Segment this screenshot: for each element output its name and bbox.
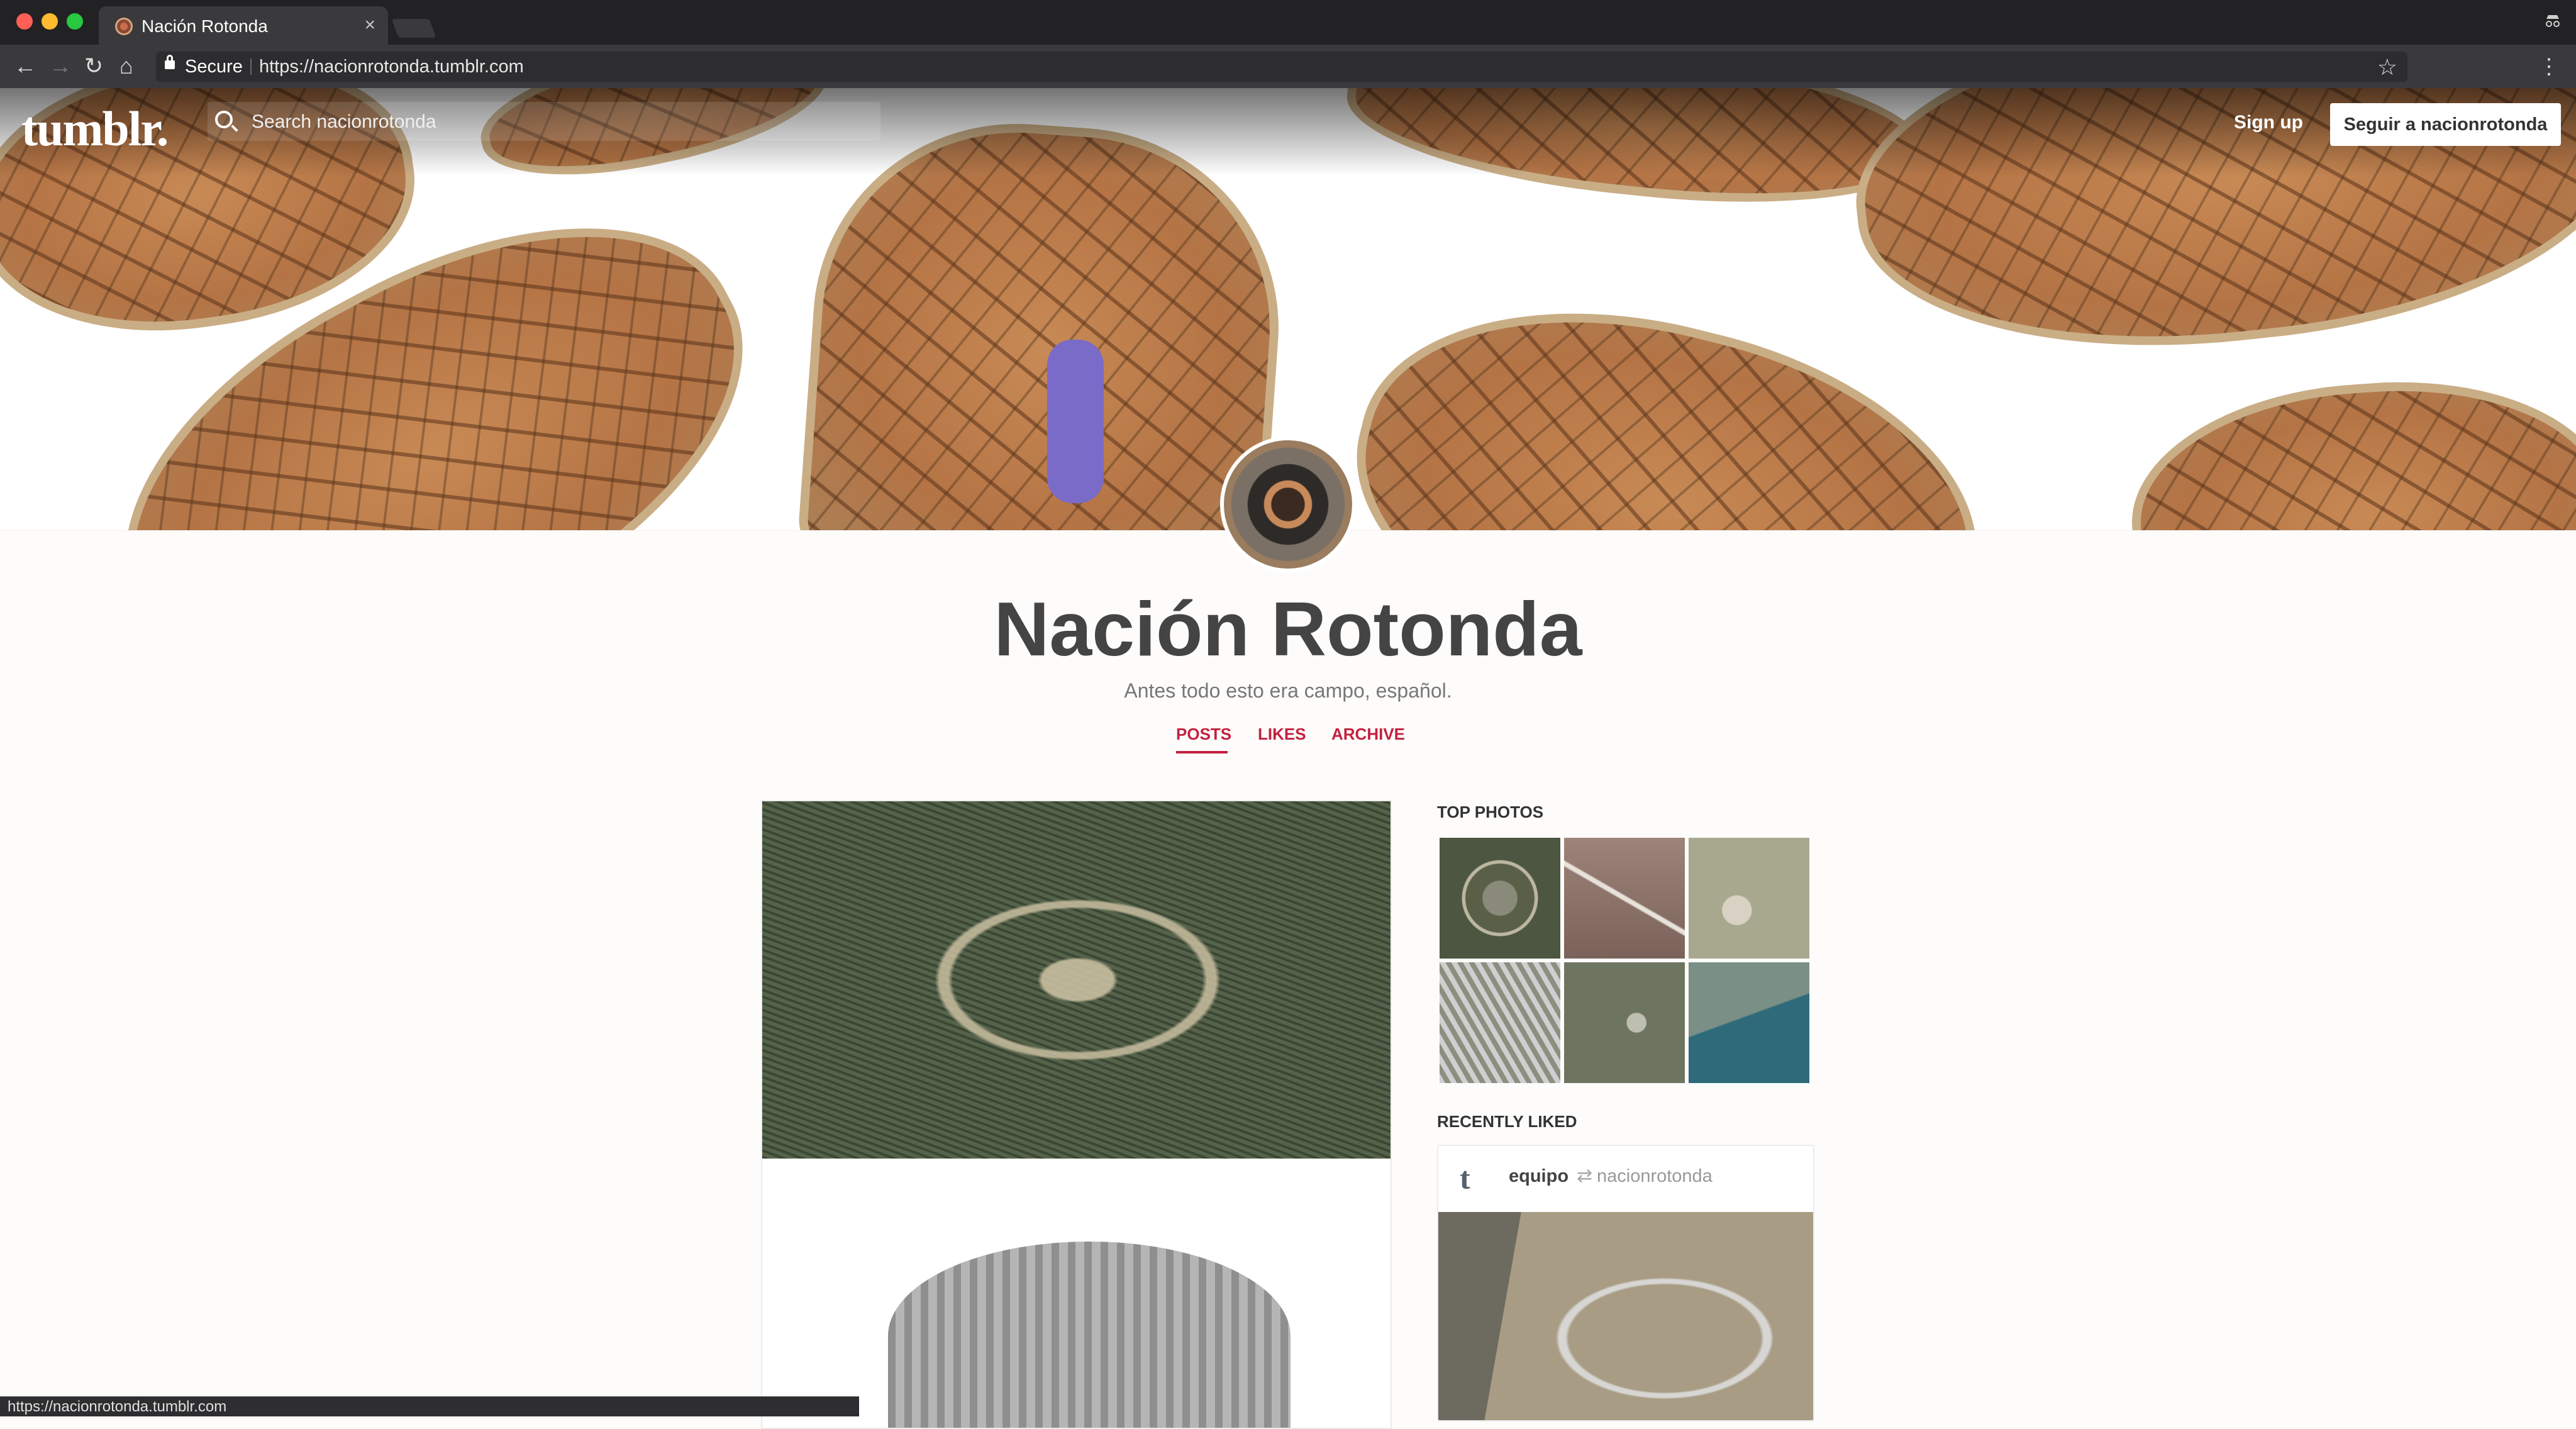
signup-link[interactable]: Sign up: [2234, 112, 2303, 133]
close-window-button[interactable]: [16, 13, 33, 30]
blog-avatar[interactable]: [1220, 436, 1356, 572]
browser-tab-bar: Nación Rotonda ×: [0, 0, 2576, 45]
top-photo-thumbnail[interactable]: [1440, 838, 1560, 959]
bookmark-star-icon[interactable]: ☆: [2377, 54, 2397, 81]
post-photo[interactable]: [888, 1242, 1291, 1428]
top-photo-thumbnail[interactable]: [1689, 838, 1809, 959]
reblog-icon: ⇄: [1577, 1165, 1593, 1186]
tumblr-logo[interactable]: tumblr.: [21, 101, 169, 157]
follow-button[interactable]: Seguir a nacionrotonda: [2330, 103, 2561, 146]
top-photo-thumbnail[interactable]: [1564, 838, 1685, 959]
new-tab-button[interactable]: [391, 19, 436, 38]
search-icon: [215, 111, 233, 128]
blog-title[interactable]: Nación Rotonda: [0, 585, 2576, 673]
blog-search[interactable]: [208, 102, 880, 141]
back-icon[interactable]: ←: [14, 53, 36, 79]
tab-title: Nación Rotonda: [142, 16, 268, 36]
blog-description: Antes todo esto era campo, español.: [1124, 679, 1452, 702]
nav-likes[interactable]: LIKES: [1258, 725, 1306, 744]
recently-liked-heading: RECENTLY LIKED: [1437, 1112, 1577, 1131]
blog-post[interactable]: [761, 800, 1392, 1429]
header-image-blob: [2123, 367, 2576, 530]
search-input[interactable]: [250, 109, 816, 135]
url-text[interactable]: https://nacionrotonda.tumblr.com: [259, 57, 524, 77]
incognito-icon: [2546, 15, 2560, 27]
browser-toolbar: ← → ↻ ⌂ Secure https://nacionrotonda.tum…: [0, 45, 2576, 88]
browser-tab[interactable]: Nación Rotonda ×: [99, 6, 388, 45]
nav-posts[interactable]: POSTS: [1176, 725, 1231, 744]
top-photo-thumbnail[interactable]: [1564, 962, 1685, 1083]
home-icon[interactable]: ⌂: [119, 53, 133, 79]
tumblr-t-icon[interactable]: t: [1460, 1160, 1487, 1196]
top-photo-thumbnail[interactable]: [1689, 962, 1809, 1083]
top-photos-heading: TOP PHOTOS: [1437, 803, 1544, 821]
nav-archive[interactable]: ARCHIVE: [1331, 725, 1405, 744]
forward-icon[interactable]: →: [49, 53, 72, 79]
header-image-pool: [1047, 340, 1104, 503]
tab-close-icon[interactable]: ×: [364, 14, 375, 36]
recently-liked-card[interactable]: t equipo ⇄ nacionrotonda: [1437, 1145, 1814, 1421]
liked-photo[interactable]: [1438, 1212, 1813, 1420]
favicon-icon: [115, 18, 133, 35]
liked-user[interactable]: equipo: [1509, 1166, 1568, 1187]
lock-icon: [165, 55, 175, 69]
secure-label: Secure: [185, 57, 243, 77]
post-photo[interactable]: [762, 801, 1391, 1159]
liked-source[interactable]: nacionrotonda: [1597, 1166, 1713, 1187]
header-image-blob: [1319, 256, 2014, 530]
browser-menu-icon[interactable]: ⋮: [2538, 54, 2560, 79]
minimize-window-button[interactable]: [42, 13, 58, 30]
maximize-window-button[interactable]: [67, 13, 83, 30]
address-separator: [250, 58, 252, 75]
top-photo-thumbnail[interactable]: [1440, 962, 1560, 1083]
reload-icon[interactable]: ↻: [84, 53, 103, 79]
active-nav-underline: [1176, 751, 1228, 753]
link-status-bar: https://nacionrotonda.tumblr.com: [0, 1396, 859, 1416]
address-bar[interactable]: Secure https://nacionrotonda.tumblr.com …: [156, 52, 2407, 82]
